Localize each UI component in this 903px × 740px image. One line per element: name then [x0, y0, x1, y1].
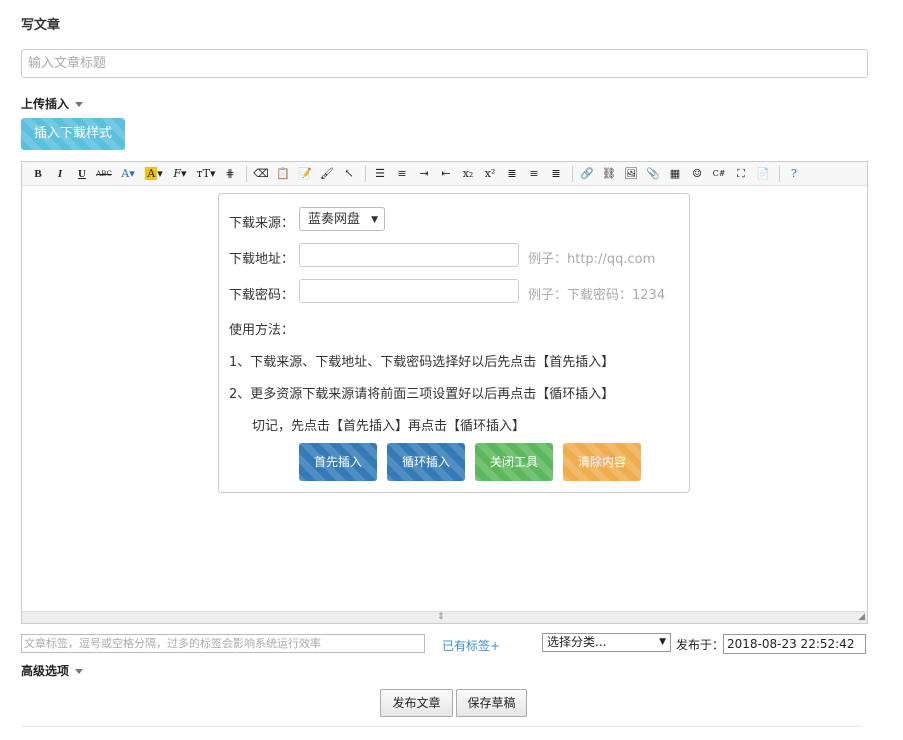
save-draft-button[interactable]: 保存草稿	[456, 689, 527, 717]
publish-time-input[interactable]: 2018-08-23 22:52:42	[723, 634, 866, 654]
attachment-icon[interactable]: 📎	[643, 164, 663, 184]
paste-icon[interactable]: 📄	[753, 164, 773, 184]
download-source-value: 蓝奏网盘	[308, 212, 361, 227]
article-title-input[interactable]	[21, 49, 868, 78]
editor-statusbar: ⇕ ◢	[22, 611, 867, 623]
resize-grip-icon[interactable]: ◢	[858, 613, 865, 622]
category-select[interactable]: 选择分类... ▼	[542, 633, 671, 652]
code-icon[interactable]: C#	[709, 164, 729, 184]
insert-download-style-button[interactable]: 插入下载样式	[21, 118, 125, 150]
chevron-down-icon	[75, 102, 84, 107]
table-icon[interactable]: ▦	[665, 164, 685, 184]
clear-content-button[interactable]: 清除内容	[563, 443, 641, 481]
usage-line-2: 2、更多资源下载来源请将前面三项设置好以后再点击【循环插入】	[229, 387, 615, 402]
toolbar-separator	[246, 165, 247, 182]
editor-toolbar: B I U ABC A▾ A ▾ F ▾ тT▾ ⋕ ⌫ 📋 📝 🖌 ↖ ☰ ≡ ⇥…	[22, 162, 867, 186]
publish-time-label: 发布于：	[676, 638, 725, 652]
link-icon[interactable]: 🔗	[577, 164, 597, 184]
format-brush-icon[interactable]: 🖌	[317, 164, 337, 184]
cursor-select-icon[interactable]: ↖	[339, 164, 359, 184]
download-address-label: 下载地址：	[229, 252, 295, 267]
existing-tags-link[interactable]: 已有标签+	[442, 637, 500, 654]
ordered-list-icon[interactable]: ☰	[370, 164, 390, 184]
tags-input[interactable]: 文章标签，逗号或空格分隔，过多的标签会影响系统运行效率	[21, 634, 425, 653]
download-address-input[interactable]	[299, 243, 519, 267]
usage-line-1: 1、下载来源、下载地址、下载密码选择好以后先点击【首先插入】	[229, 355, 615, 370]
unordered-list-icon[interactable]: ≡	[392, 164, 412, 184]
align-right-icon[interactable]: ≣	[546, 164, 566, 184]
upload-insert-label: 上传插入	[21, 97, 70, 111]
superscript-icon[interactable]: x²	[480, 164, 500, 184]
category-select-value: 选择分类...	[547, 635, 607, 649]
toolbar-separator	[572, 165, 573, 182]
download-source-select[interactable]: 蓝奏网盘 ▼	[299, 207, 385, 231]
font-size-icon[interactable]: тT▾	[194, 164, 218, 184]
download-insert-panel: 下载来源： 蓝奏网盘 ▼ 下载地址： 例子：http://qq.com 下载密码…	[218, 193, 690, 493]
unlink-icon[interactable]: ⛓	[599, 164, 619, 184]
divider	[21, 726, 861, 727]
dropdown-arrow-icon: ▼	[659, 637, 666, 647]
dropdown-arrow-icon: ▼	[371, 215, 378, 225]
drag-handle-icon[interactable]: ⇕	[437, 613, 445, 622]
close-tool-button[interactable]: 关闭工具	[475, 443, 553, 481]
first-insert-button[interactable]: 首先插入	[299, 443, 377, 481]
advanced-options-toggle[interactable]: 高级选项	[21, 662, 84, 679]
loop-insert-button[interactable]: 循环插入	[387, 443, 465, 481]
align-left-icon[interactable]: ≣	[502, 164, 522, 184]
align-center-icon[interactable]: ≡	[524, 164, 544, 184]
highlight-color-icon[interactable]: A ▾	[142, 164, 166, 184]
font-family-icon[interactable]: F ▾	[168, 164, 192, 184]
usage-line-3: 切记，先点击【首先插入】再点击【循环插入】	[252, 419, 526, 434]
table-grid-icon[interactable]: ⋕	[220, 164, 240, 184]
bold-icon[interactable]: B	[28, 164, 48, 184]
toolbar-separator	[779, 165, 780, 182]
underline-icon[interactable]: U	[72, 164, 92, 184]
italic-icon[interactable]: I	[50, 164, 70, 184]
download-password-hint: 例子：下载密码：1234	[528, 288, 666, 303]
publish-article-button[interactable]: 发布文章	[380, 689, 453, 717]
paste-word-icon[interactable]: 📋	[273, 164, 293, 184]
advanced-options-label: 高级选项	[21, 664, 70, 678]
download-source-label: 下载来源：	[229, 216, 295, 231]
usage-title: 使用方法：	[229, 323, 295, 338]
font-color-icon[interactable]: A▾	[116, 164, 140, 184]
paste-text-icon[interactable]: 📝	[295, 164, 315, 184]
toolbar-separator	[365, 165, 366, 182]
page-title: 写文章	[21, 18, 61, 33]
upload-insert-toggle[interactable]: 上传插入	[21, 95, 84, 112]
strikethrough-icon[interactable]: ABC	[94, 164, 114, 184]
indent-icon[interactable]: ⇥	[414, 164, 434, 184]
emoji-icon[interactable]: ☺	[687, 164, 707, 184]
fullscreen-icon[interactable]: ⛶	[731, 164, 751, 184]
download-password-label: 下载密码：	[229, 288, 295, 303]
image-icon[interactable]: 🖼	[621, 164, 641, 184]
eraser-icon[interactable]: ⌫	[251, 164, 271, 184]
chevron-down-icon	[75, 669, 84, 674]
download-password-input[interactable]	[299, 279, 519, 303]
help-icon[interactable]: ?	[784, 164, 804, 184]
subscript-icon[interactable]: x₂	[458, 164, 478, 184]
outdent-icon[interactable]: ⇤	[436, 164, 456, 184]
download-address-hint: 例子：http://qq.com	[528, 252, 656, 267]
